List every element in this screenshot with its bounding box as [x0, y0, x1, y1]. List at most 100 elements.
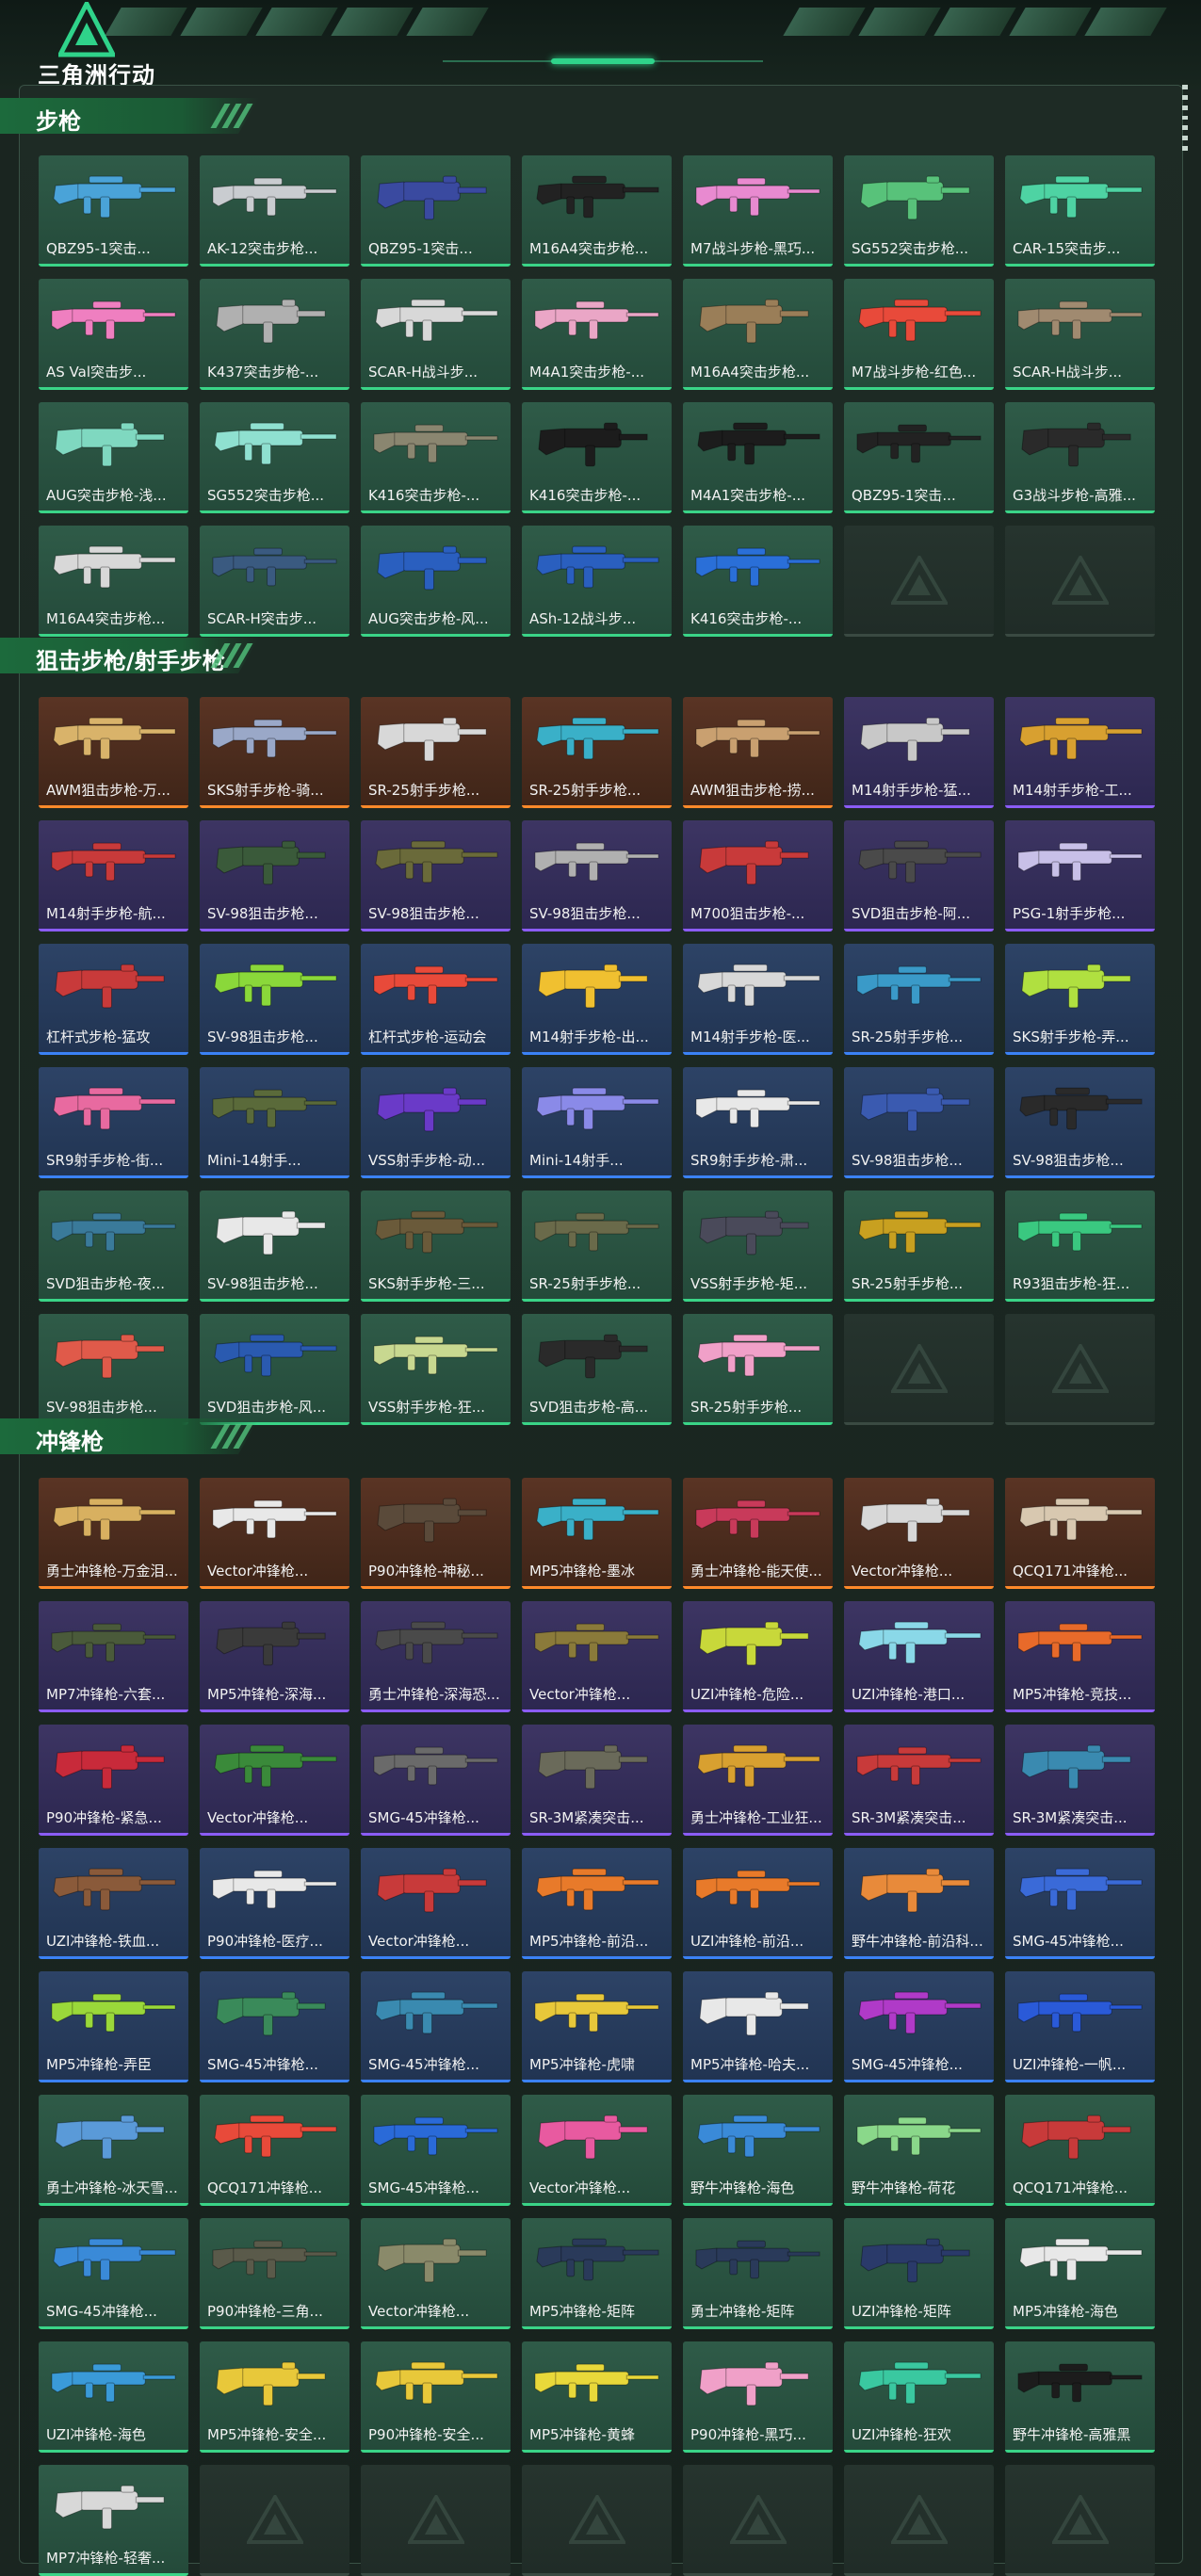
weapon-card[interactable]: SMG-45冲锋枪... — [200, 1971, 349, 2082]
weapon-card[interactable]: MP5冲锋枪-竞技... — [1005, 1601, 1155, 1712]
weapon-card[interactable]: AS Val突击步... — [39, 279, 188, 390]
weapon-card[interactable]: SCAR-H战斗步... — [361, 279, 511, 390]
weapon-card[interactable]: SVD狙击步枪-阿... — [844, 820, 994, 932]
weapon-card[interactable]: MP5冲锋枪-虎啸 — [522, 1971, 672, 2082]
weapon-card[interactable]: MP5冲锋枪-深海... — [200, 1601, 349, 1712]
weapon-card[interactable]: SV-98狙击步枪... — [200, 820, 349, 932]
weapon-card[interactable]: SR-25射手步枪... — [683, 1314, 833, 1425]
weapon-card[interactable]: UZI冲锋枪-一帆... — [1005, 1971, 1155, 2082]
scroll-indicator[interactable] — [1182, 85, 1190, 152]
weapon-card[interactable]: SMG-45冲锋枪... — [1005, 1848, 1155, 1959]
weapon-card[interactable]: QCQ171冲锋枪... — [1005, 1478, 1155, 1589]
weapon-card[interactable]: MP5冲锋枪-墨冰 — [522, 1478, 672, 1589]
weapon-card[interactable]: M7战斗步枪-黑巧... — [683, 155, 833, 267]
weapon-card[interactable]: QCQ171冲锋枪... — [200, 2095, 349, 2206]
weapon-card[interactable]: QBZ95-1突击... — [39, 155, 188, 267]
weapon-card[interactable]: SVD狙击步枪-高... — [522, 1314, 672, 1425]
weapon-card[interactable]: P90冲锋枪-神秘... — [361, 1478, 511, 1589]
weapon-card[interactable]: K416突击步枪-... — [361, 402, 511, 513]
weapon-card[interactable]: UZI冲锋枪-矩阵 — [844, 2218, 994, 2329]
weapon-card[interactable]: Vector冲锋枪... — [200, 1725, 349, 1836]
weapon-card[interactable]: M14射手步枪-工... — [1005, 697, 1155, 808]
weapon-card[interactable]: SMG-45冲锋枪... — [361, 1971, 511, 2082]
weapon-card[interactable]: UZI冲锋枪-铁血... — [39, 1848, 188, 1959]
weapon-card[interactable]: ASh-12战斗步... — [522, 526, 672, 637]
weapon-card[interactable]: 勇士冲锋枪-深海恐... — [361, 1601, 511, 1712]
weapon-card[interactable]: P90冲锋枪-黑巧... — [683, 2341, 833, 2453]
weapon-card[interactable]: M16A4突击步枪... — [522, 155, 672, 267]
weapon-card[interactable]: 野牛冲锋枪-前沿科... — [844, 1848, 994, 1959]
weapon-card[interactable]: Mini-14射手... — [522, 1067, 672, 1178]
weapon-card[interactable]: Mini-14射手... — [200, 1067, 349, 1178]
weapon-card[interactable]: M14射手步枪-出... — [522, 944, 672, 1055]
weapon-card[interactable]: SG552突击步枪... — [200, 402, 349, 513]
weapon-card[interactable]: MP5冲锋枪-黄蜂 — [522, 2341, 672, 2453]
weapon-card[interactable]: M16A4突击步枪... — [39, 526, 188, 637]
weapon-card[interactable]: 勇士冲锋枪-矩阵 — [683, 2218, 833, 2329]
weapon-card[interactable]: MP5冲锋枪-海色 — [1005, 2218, 1155, 2329]
weapon-card[interactable]: M4A1突击步枪-... — [683, 402, 833, 513]
weapon-card[interactable]: Vector冲锋枪... — [361, 2218, 511, 2329]
weapon-card[interactable]: K416突击步枪-... — [522, 402, 672, 513]
weapon-card[interactable]: 野牛冲锋枪-海色 — [683, 2095, 833, 2206]
weapon-card[interactable]: M7战斗步枪-红色... — [844, 279, 994, 390]
weapon-card[interactable]: SR-25射手步枪... — [522, 1191, 672, 1302]
weapon-card[interactable]: K416突击步枪-... — [683, 526, 833, 637]
weapon-card[interactable]: VSS射手步枪-动... — [361, 1067, 511, 1178]
weapon-card[interactable]: Vector冲锋枪... — [522, 2095, 672, 2206]
weapon-card[interactable]: 杠杆式步枪-运动会 — [361, 944, 511, 1055]
weapon-card[interactable]: SMG-45冲锋枪... — [844, 1971, 994, 2082]
weapon-card[interactable]: SV-98狙击步枪... — [844, 1067, 994, 1178]
weapon-card[interactable]: M14射手步枪-猛... — [844, 697, 994, 808]
weapon-card[interactable]: UZI冲锋枪-危险... — [683, 1601, 833, 1712]
weapon-card[interactable]: MP5冲锋枪-安全... — [200, 2341, 349, 2453]
weapon-card[interactable]: AUG突击步枪-浅... — [39, 402, 188, 513]
weapon-card[interactable]: QBZ95-1突击... — [361, 155, 511, 267]
weapon-card[interactable]: AWM狙击步枪-捞... — [683, 697, 833, 808]
weapon-card[interactable]: SR-3M紧凑突击... — [1005, 1725, 1155, 1836]
weapon-card[interactable]: AWM狙击步枪-万... — [39, 697, 188, 808]
weapon-card[interactable]: SMG-45冲锋枪... — [361, 2095, 511, 2206]
weapon-card[interactable]: SMG-45冲锋枪... — [361, 1725, 511, 1836]
weapon-card[interactable]: M14射手步枪-医... — [683, 944, 833, 1055]
weapon-card[interactable]: UZI冲锋枪-狂欢 — [844, 2341, 994, 2453]
weapon-card[interactable]: SV-98狙击步枪... — [39, 1314, 188, 1425]
weapon-card[interactable]: SCAR-H战斗步... — [1005, 279, 1155, 390]
weapon-card[interactable]: PSG-1射手步枪... — [1005, 820, 1155, 932]
weapon-card[interactable]: QCQ171冲锋枪... — [1005, 2095, 1155, 2206]
weapon-card[interactable]: SVD狙击步枪-风... — [200, 1314, 349, 1425]
weapon-card[interactable]: MP7冲锋枪-六套... — [39, 1601, 188, 1712]
weapon-card[interactable]: SV-98狙击步枪... — [1005, 1067, 1155, 1178]
weapon-card[interactable]: SKS射手步枪-骑... — [200, 697, 349, 808]
weapon-card[interactable]: M700狙击步枪-... — [683, 820, 833, 932]
weapon-card[interactable]: Vector冲锋枪... — [361, 1848, 511, 1959]
weapon-card[interactable]: SR9射手步枪-肃... — [683, 1067, 833, 1178]
weapon-card[interactable]: SR-25射手步枪... — [844, 1191, 994, 1302]
weapon-card[interactable]: M4A1突击步枪-... — [522, 279, 672, 390]
weapon-card[interactable]: SV-98狙击步枪... — [200, 944, 349, 1055]
weapon-card[interactable]: 野牛冲锋枪-荷花 — [844, 2095, 994, 2206]
weapon-card[interactable]: 勇士冲锋枪-工业狂... — [683, 1725, 833, 1836]
weapon-card[interactable]: AK-12突击步枪... — [200, 155, 349, 267]
weapon-card[interactable]: P90冲锋枪-安全... — [361, 2341, 511, 2453]
weapon-card[interactable]: SMG-45冲锋枪... — [39, 2218, 188, 2329]
weapon-card[interactable]: SR-25射手步枪... — [522, 697, 672, 808]
weapon-card[interactable]: SR-3M紧凑突击... — [844, 1725, 994, 1836]
weapon-card[interactable]: SKS射手步枪-三... — [361, 1191, 511, 1302]
weapon-card[interactable]: SG552突击步枪... — [844, 155, 994, 267]
weapon-card[interactable]: SV-98狙击步枪... — [361, 820, 511, 932]
weapon-card[interactable]: SR9射手步枪-街... — [39, 1067, 188, 1178]
weapon-card[interactable]: 野牛冲锋枪-高雅黑 — [1005, 2341, 1155, 2453]
weapon-card[interactable]: Vector冲锋枪... — [844, 1478, 994, 1589]
weapon-card[interactable]: UZI冲锋枪-港口... — [844, 1601, 994, 1712]
weapon-card[interactable]: SV-98狙击步枪... — [200, 1191, 349, 1302]
weapon-card[interactable]: CAR-15突击步... — [1005, 155, 1155, 267]
weapon-card[interactable]: 杠杆式步枪-猛攻 — [39, 944, 188, 1055]
weapon-card[interactable]: SR-3M紧凑突击... — [522, 1725, 672, 1836]
weapon-card[interactable]: VSS射手步枪-矩... — [683, 1191, 833, 1302]
weapon-card[interactable]: SKS射手步枪-弄... — [1005, 944, 1155, 1055]
weapon-card[interactable]: R93狙击步枪-狂... — [1005, 1191, 1155, 1302]
weapon-card[interactable]: Vector冲锋枪... — [522, 1601, 672, 1712]
weapon-card[interactable]: MP7冲锋枪-轻奢... — [39, 2465, 188, 2576]
weapon-card[interactable]: MP5冲锋枪-哈夫... — [683, 1971, 833, 2082]
